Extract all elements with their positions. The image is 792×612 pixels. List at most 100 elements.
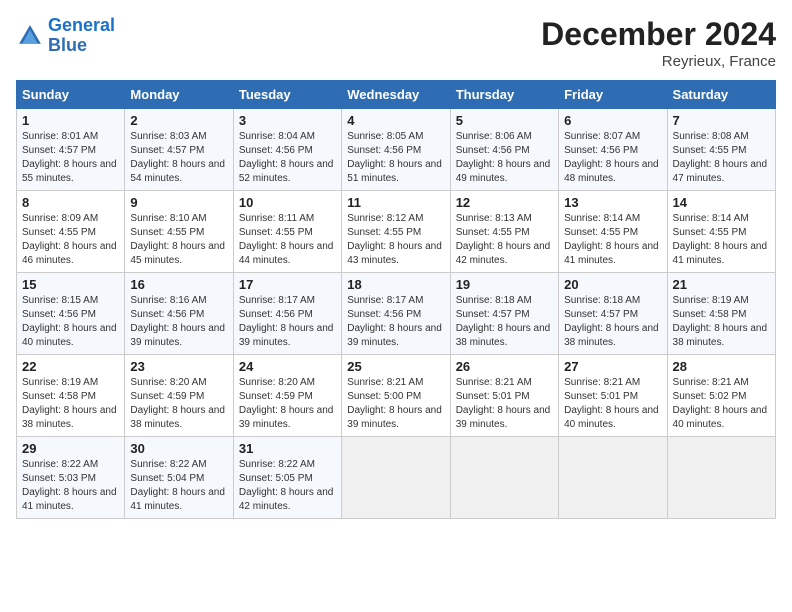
weekday-sunday: Sunday — [17, 81, 125, 109]
day-number: 10 — [239, 195, 336, 210]
calendar-cell: 28 Sunrise: 8:21 AM Sunset: 5:02 PM Dayl… — [667, 355, 775, 437]
day-number: 22 — [22, 359, 119, 374]
day-info: Sunrise: 8:21 AM Sunset: 5:01 PM Dayligh… — [564, 376, 661, 432]
day-info: Sunrise: 8:15 AM Sunset: 4:56 PM Dayligh… — [22, 294, 119, 350]
calendar-cell: 17 Sunrise: 8:17 AM Sunset: 4:56 PM Dayl… — [233, 273, 341, 355]
day-info: Sunrise: 8:22 AM Sunset: 5:05 PM Dayligh… — [239, 458, 336, 514]
calendar-week-4: 22 Sunrise: 8:19 AM Sunset: 4:58 PM Dayl… — [17, 355, 776, 437]
day-info: Sunrise: 8:05 AM Sunset: 4:56 PM Dayligh… — [347, 130, 444, 186]
calendar-cell: 26 Sunrise: 8:21 AM Sunset: 5:01 PM Dayl… — [450, 355, 558, 437]
day-info: Sunrise: 8:13 AM Sunset: 4:55 PM Dayligh… — [456, 212, 553, 268]
day-number: 28 — [673, 359, 770, 374]
calendar-cell: 15 Sunrise: 8:15 AM Sunset: 4:56 PM Dayl… — [17, 273, 125, 355]
day-info: Sunrise: 8:21 AM Sunset: 5:01 PM Dayligh… — [456, 376, 553, 432]
day-info: Sunrise: 8:06 AM Sunset: 4:56 PM Dayligh… — [456, 130, 553, 186]
day-number: 5 — [456, 113, 553, 128]
day-number: 16 — [130, 277, 227, 292]
day-number: 31 — [239, 441, 336, 456]
day-info: Sunrise: 8:18 AM Sunset: 4:57 PM Dayligh… — [456, 294, 553, 350]
day-info: Sunrise: 8:16 AM Sunset: 4:56 PM Dayligh… — [130, 294, 227, 350]
calendar-cell: 21 Sunrise: 8:19 AM Sunset: 4:58 PM Dayl… — [667, 273, 775, 355]
weekday-header-row: SundayMondayTuesdayWednesdayThursdayFrid… — [17, 81, 776, 109]
calendar-cell: 12 Sunrise: 8:13 AM Sunset: 4:55 PM Dayl… — [450, 191, 558, 273]
day-info: Sunrise: 8:22 AM Sunset: 5:04 PM Dayligh… — [130, 458, 227, 514]
month-title: December 2024 — [541, 16, 776, 53]
calendar-cell: 9 Sunrise: 8:10 AM Sunset: 4:55 PM Dayli… — [125, 191, 233, 273]
day-number: 15 — [22, 277, 119, 292]
weekday-tuesday: Tuesday — [233, 81, 341, 109]
day-info: Sunrise: 8:12 AM Sunset: 4:55 PM Dayligh… — [347, 212, 444, 268]
calendar-cell: 3 Sunrise: 8:04 AM Sunset: 4:56 PM Dayli… — [233, 109, 341, 191]
calendar-cell: 22 Sunrise: 8:19 AM Sunset: 4:58 PM Dayl… — [17, 355, 125, 437]
calendar-cell: 27 Sunrise: 8:21 AM Sunset: 5:01 PM Dayl… — [559, 355, 667, 437]
calendar-week-3: 15 Sunrise: 8:15 AM Sunset: 4:56 PM Dayl… — [17, 273, 776, 355]
day-info: Sunrise: 8:10 AM Sunset: 4:55 PM Dayligh… — [130, 212, 227, 268]
day-number: 2 — [130, 113, 227, 128]
calendar-week-2: 8 Sunrise: 8:09 AM Sunset: 4:55 PM Dayli… — [17, 191, 776, 273]
location: Reyrieux, France — [541, 53, 776, 70]
day-number: 27 — [564, 359, 661, 374]
logo-line2: Blue — [48, 35, 87, 55]
calendar-cell: 19 Sunrise: 8:18 AM Sunset: 4:57 PM Dayl… — [450, 273, 558, 355]
day-number: 14 — [673, 195, 770, 210]
calendar-cell: 20 Sunrise: 8:18 AM Sunset: 4:57 PM Dayl… — [559, 273, 667, 355]
calendar-cell: 7 Sunrise: 8:08 AM Sunset: 4:55 PM Dayli… — [667, 109, 775, 191]
day-info: Sunrise: 8:07 AM Sunset: 4:56 PM Dayligh… — [564, 130, 661, 186]
day-info: Sunrise: 8:14 AM Sunset: 4:55 PM Dayligh… — [564, 212, 661, 268]
day-info: Sunrise: 8:04 AM Sunset: 4:56 PM Dayligh… — [239, 130, 336, 186]
calendar-cell: 1 Sunrise: 8:01 AM Sunset: 4:57 PM Dayli… — [17, 109, 125, 191]
logo-text: General Blue — [48, 16, 115, 56]
calendar-cell: 2 Sunrise: 8:03 AM Sunset: 4:57 PM Dayli… — [125, 109, 233, 191]
calendar-cell: 30 Sunrise: 8:22 AM Sunset: 5:04 PM Dayl… — [125, 437, 233, 519]
calendar-cell — [450, 437, 558, 519]
day-number: 26 — [456, 359, 553, 374]
calendar-body: 1 Sunrise: 8:01 AM Sunset: 4:57 PM Dayli… — [17, 109, 776, 519]
day-number: 18 — [347, 277, 444, 292]
day-info: Sunrise: 8:21 AM Sunset: 5:02 PM Dayligh… — [673, 376, 770, 432]
calendar-cell: 10 Sunrise: 8:11 AM Sunset: 4:55 PM Dayl… — [233, 191, 341, 273]
title-block: December 2024 Reyrieux, France — [541, 16, 776, 70]
day-info: Sunrise: 8:21 AM Sunset: 5:00 PM Dayligh… — [347, 376, 444, 432]
day-info: Sunrise: 8:09 AM Sunset: 4:55 PM Dayligh… — [22, 212, 119, 268]
calendar-cell: 8 Sunrise: 8:09 AM Sunset: 4:55 PM Dayli… — [17, 191, 125, 273]
calendar-cell: 5 Sunrise: 8:06 AM Sunset: 4:56 PM Dayli… — [450, 109, 558, 191]
day-info: Sunrise: 8:17 AM Sunset: 4:56 PM Dayligh… — [347, 294, 444, 350]
calendar-cell: 16 Sunrise: 8:16 AM Sunset: 4:56 PM Dayl… — [125, 273, 233, 355]
weekday-wednesday: Wednesday — [342, 81, 450, 109]
logo: General Blue — [16, 16, 115, 56]
day-info: Sunrise: 8:19 AM Sunset: 4:58 PM Dayligh… — [673, 294, 770, 350]
calendar-cell — [342, 437, 450, 519]
calendar-cell: 31 Sunrise: 8:22 AM Sunset: 5:05 PM Dayl… — [233, 437, 341, 519]
day-number: 12 — [456, 195, 553, 210]
day-info: Sunrise: 8:22 AM Sunset: 5:03 PM Dayligh… — [22, 458, 119, 514]
day-info: Sunrise: 8:20 AM Sunset: 4:59 PM Dayligh… — [130, 376, 227, 432]
day-number: 17 — [239, 277, 336, 292]
day-number: 6 — [564, 113, 661, 128]
day-info: Sunrise: 8:19 AM Sunset: 4:58 PM Dayligh… — [22, 376, 119, 432]
weekday-saturday: Saturday — [667, 81, 775, 109]
day-info: Sunrise: 8:08 AM Sunset: 4:55 PM Dayligh… — [673, 130, 770, 186]
day-number: 11 — [347, 195, 444, 210]
day-info: Sunrise: 8:18 AM Sunset: 4:57 PM Dayligh… — [564, 294, 661, 350]
calendar-cell: 4 Sunrise: 8:05 AM Sunset: 4:56 PM Dayli… — [342, 109, 450, 191]
calendar-cell: 24 Sunrise: 8:20 AM Sunset: 4:59 PM Dayl… — [233, 355, 341, 437]
day-number: 29 — [22, 441, 119, 456]
day-number: 13 — [564, 195, 661, 210]
day-number: 19 — [456, 277, 553, 292]
day-info: Sunrise: 8:01 AM Sunset: 4:57 PM Dayligh… — [22, 130, 119, 186]
calendar-cell — [559, 437, 667, 519]
day-info: Sunrise: 8:03 AM Sunset: 4:57 PM Dayligh… — [130, 130, 227, 186]
page-header: General Blue December 2024 Reyrieux, Fra… — [16, 16, 776, 70]
weekday-monday: Monday — [125, 81, 233, 109]
calendar-cell: 23 Sunrise: 8:20 AM Sunset: 4:59 PM Dayl… — [125, 355, 233, 437]
calendar-table: SundayMondayTuesdayWednesdayThursdayFrid… — [16, 80, 776, 519]
calendar-cell: 11 Sunrise: 8:12 AM Sunset: 4:55 PM Dayl… — [342, 191, 450, 273]
calendar-cell: 18 Sunrise: 8:17 AM Sunset: 4:56 PM Dayl… — [342, 273, 450, 355]
day-number: 7 — [673, 113, 770, 128]
calendar-cell: 13 Sunrise: 8:14 AM Sunset: 4:55 PM Dayl… — [559, 191, 667, 273]
day-number: 30 — [130, 441, 227, 456]
day-info: Sunrise: 8:17 AM Sunset: 4:56 PM Dayligh… — [239, 294, 336, 350]
day-info: Sunrise: 8:14 AM Sunset: 4:55 PM Dayligh… — [673, 212, 770, 268]
day-number: 24 — [239, 359, 336, 374]
calendar-week-1: 1 Sunrise: 8:01 AM Sunset: 4:57 PM Dayli… — [17, 109, 776, 191]
